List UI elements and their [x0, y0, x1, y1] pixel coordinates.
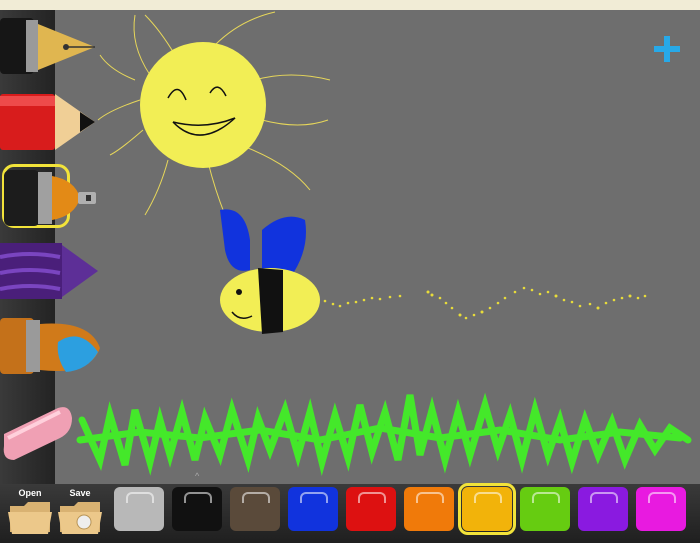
- spray-trail: [323, 286, 647, 320]
- tool-spray[interactable]: [0, 164, 100, 234]
- tool-eraser[interactable]: [0, 394, 100, 464]
- tool-pen[interactable]: [0, 12, 100, 82]
- drawing-canvas[interactable]: [55, 10, 700, 484]
- swatch-gloss: [300, 492, 328, 503]
- swatch-gloss: [358, 492, 386, 503]
- sun: [140, 42, 266, 168]
- color-swatch[interactable]: [636, 487, 686, 531]
- swatch-gloss: [648, 492, 676, 503]
- add-button[interactable]: [652, 34, 682, 64]
- swatch-gloss: [474, 492, 502, 503]
- spray-can-icon: [4, 170, 96, 226]
- swatch-gloss: [242, 492, 270, 503]
- color-swatch[interactable]: [404, 487, 454, 531]
- pencil-icon: [0, 94, 95, 150]
- color-swatch[interactable]: [520, 487, 570, 531]
- eraser-icon: [3, 407, 72, 460]
- fountain-pen-icon: [0, 18, 95, 74]
- color-swatch[interactable]: [288, 487, 338, 531]
- handle-mark: ^: [195, 471, 200, 481]
- color-swatch[interactable]: [230, 487, 280, 531]
- color-swatch[interactable]: [578, 487, 628, 531]
- swatch-gloss: [532, 492, 560, 503]
- swatch-gloss: [590, 492, 618, 503]
- save-label: Save: [69, 488, 91, 498]
- plus-icon: [654, 36, 680, 62]
- bee-stripe: [258, 268, 283, 334]
- open-label: Open: [18, 488, 42, 498]
- paint-bucket-icon: [0, 318, 100, 374]
- crayon-icon: [0, 243, 98, 299]
- drawing-artwork: [76, 11, 692, 476]
- swatch-gloss: [416, 492, 444, 503]
- bee-wing-left: [220, 209, 250, 271]
- open-button[interactable]: Open: [6, 488, 54, 538]
- swatch-gloss: [184, 492, 212, 503]
- grass-scribble: [76, 392, 692, 476]
- color-swatch[interactable]: [458, 483, 516, 535]
- swatch-gloss: [126, 492, 154, 503]
- save-button[interactable]: Save: [56, 488, 104, 538]
- color-swatch[interactable]: [346, 487, 396, 531]
- tool-paint[interactable]: [0, 312, 100, 382]
- color-swatch[interactable]: [172, 487, 222, 531]
- tool-pencil[interactable]: [0, 88, 100, 158]
- tool-crayon[interactable]: [0, 237, 100, 307]
- color-swatch[interactable]: [114, 487, 164, 531]
